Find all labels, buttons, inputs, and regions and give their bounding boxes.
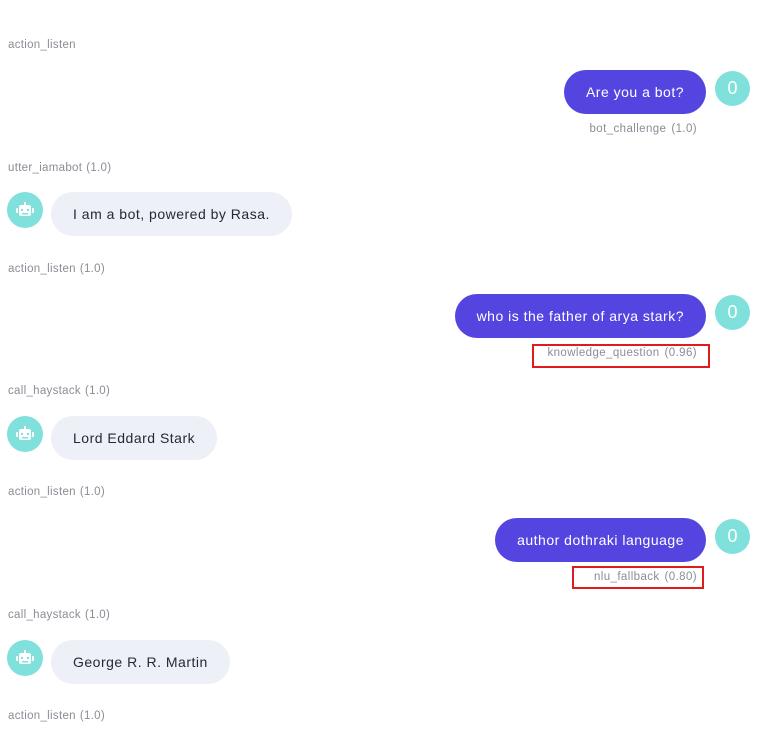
action-confidence: (1.0) <box>79 486 105 498</box>
user-avatar: 0 <box>715 295 750 330</box>
bot-avatar <box>7 416 43 452</box>
user-message-bubble: Are you a bot? <box>563 70 706 114</box>
intent-highlight-box <box>572 566 704 589</box>
user-message-bubble: author dothraki language <box>495 518 706 562</box>
bot-avatar <box>7 640 43 676</box>
action-label: action_listen (1.0) <box>8 263 105 275</box>
action-confidence: (1.0) <box>79 263 105 275</box>
bot-message-bubble: Lord Eddard Stark <box>51 416 218 460</box>
intent-label: bot_challenge (1.0) <box>590 123 697 135</box>
action-confidence: (1.0) <box>79 710 105 722</box>
robot-icon <box>16 202 34 216</box>
user-message-bubble: who is the father of arya stark? <box>454 294 706 338</box>
action-confidence: (1.0) <box>84 609 111 621</box>
action-name: action_listen <box>8 263 76 275</box>
action-name: action_listen <box>8 486 76 498</box>
action-name: call_haystack <box>8 385 81 397</box>
action-label: action_listen <box>8 39 76 51</box>
bot-message-bubble: George R. R. Martin <box>51 640 230 684</box>
action-label: action_listen (1.0) <box>8 486 105 498</box>
action-label: call_haystack (1.0) <box>8 609 110 621</box>
action-label: call_haystack (1.0) <box>8 385 110 397</box>
intent-confidence: (1.0) <box>671 123 697 135</box>
action-name: utter_iamabot <box>8 162 83 174</box>
intent-highlight-box <box>532 344 710 368</box>
user-avatar: 0 <box>715 519 750 554</box>
user-avatar: 0 <box>715 71 750 106</box>
action-confidence: (1.0) <box>84 385 111 397</box>
robot-icon <box>16 426 34 440</box>
action-name: call_haystack <box>8 609 81 621</box>
action-label: action_listen (1.0) <box>8 710 105 722</box>
bot-message-bubble: I am a bot, powered by Rasa. <box>51 192 292 236</box>
action-confidence: (1.0) <box>86 162 112 174</box>
action-label: utter_iamabot (1.0) <box>8 162 111 174</box>
robot-icon <box>16 650 34 664</box>
action-name: action_listen <box>8 39 76 51</box>
intent-name: bot_challenge <box>589 123 667 135</box>
bot-avatar <box>7 192 43 228</box>
action-name: action_listen <box>8 710 76 722</box>
